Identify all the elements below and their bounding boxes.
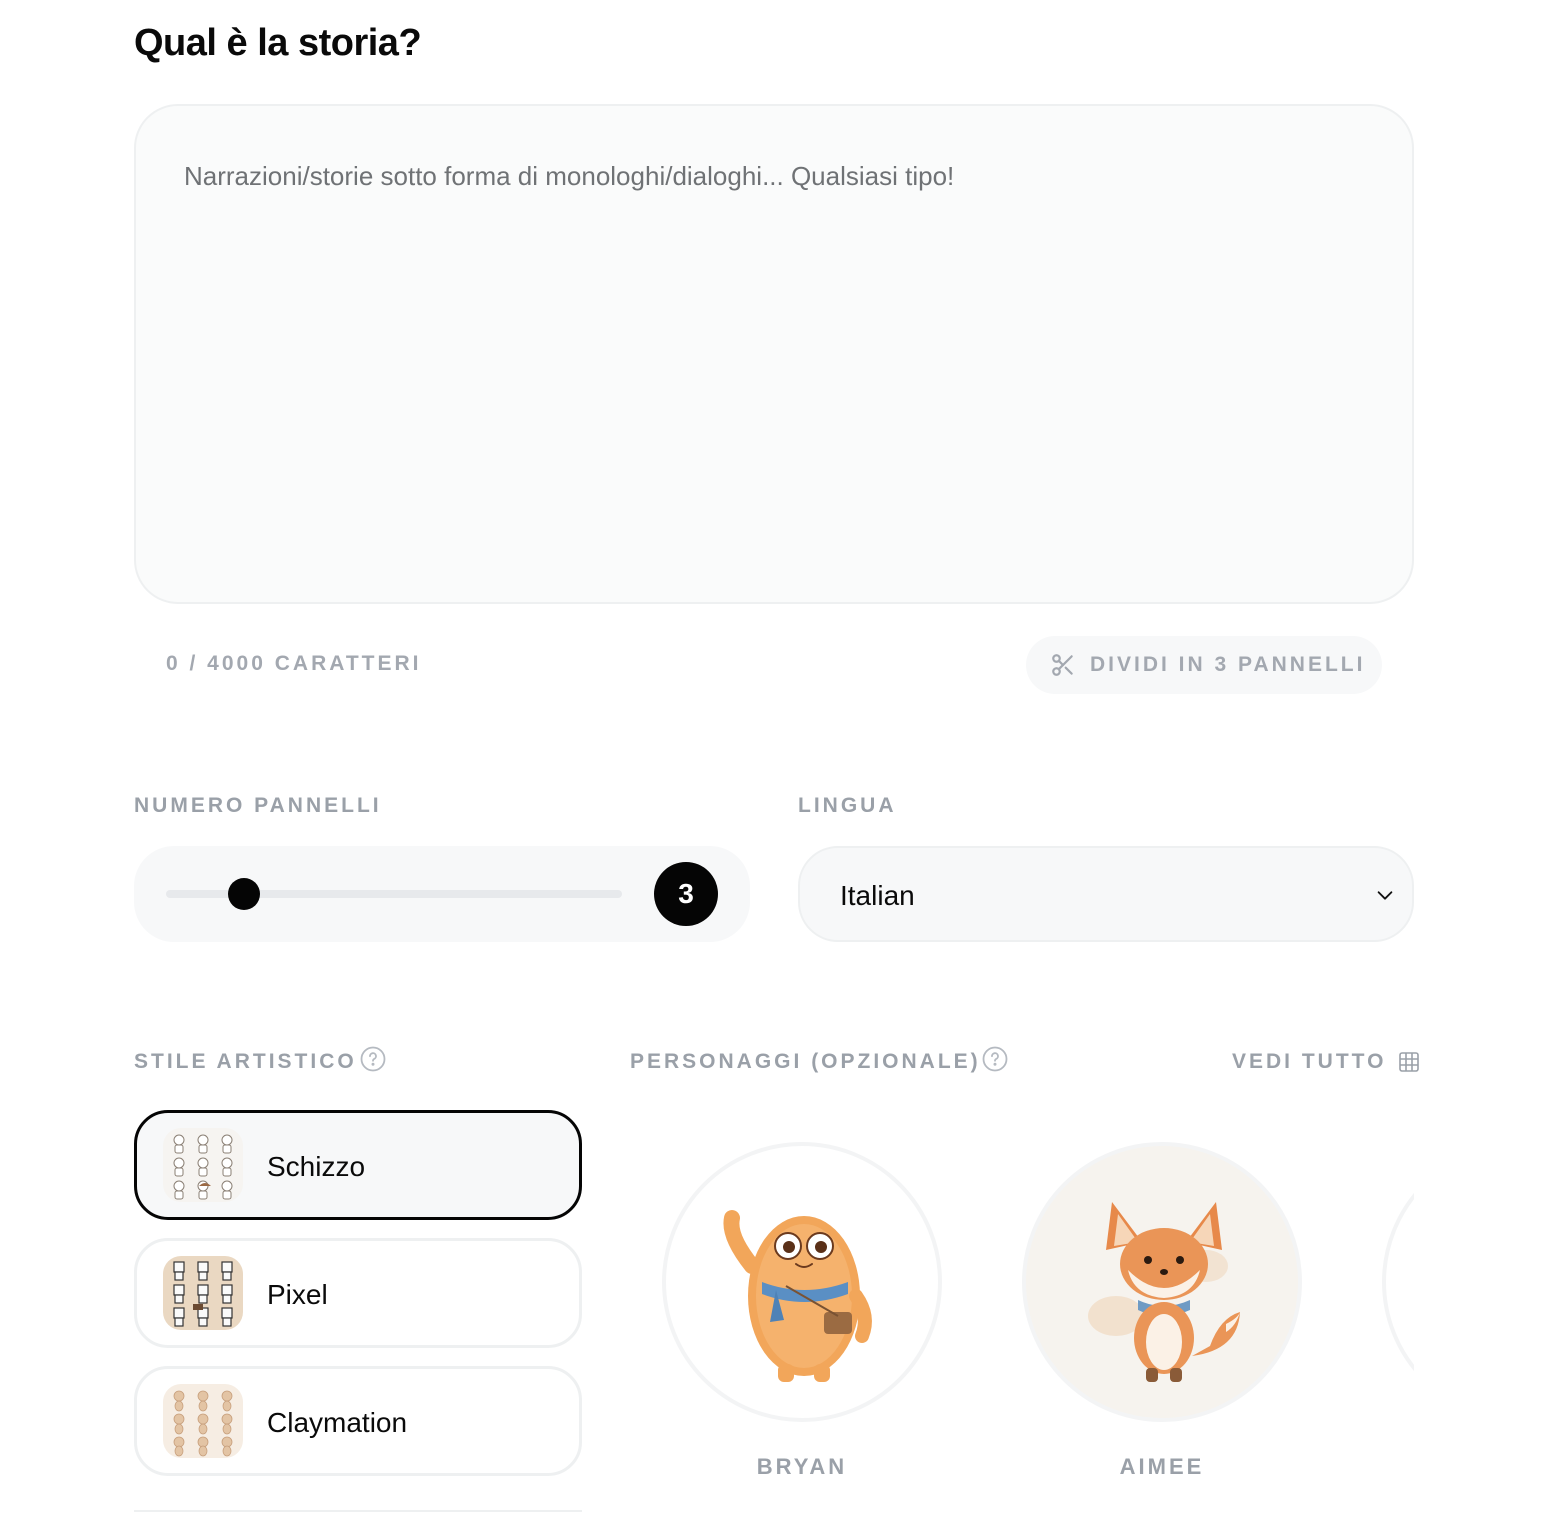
view-all-button[interactable]: VEDI TUTTO	[1232, 1050, 1420, 1074]
story-textarea[interactable]	[184, 158, 1364, 558]
character-card-aimee[interactable]	[1022, 1142, 1302, 1422]
chevron-down-icon	[1377, 891, 1393, 900]
page-title: Qual è la storia?	[134, 22, 422, 64]
style-name: Pixel	[267, 1279, 328, 1310]
character-name: BRYAN	[756, 1454, 848, 1479]
help-icon[interactable]	[982, 1046, 1008, 1072]
help-icon[interactable]	[360, 1046, 386, 1072]
divider	[134, 1510, 582, 1512]
character-card-partial[interactable]	[1382, 1142, 1414, 1422]
character-avatar	[723, 1210, 872, 1382]
language-selected-value: Italian	[840, 880, 915, 911]
art-style-label: STILE ARTISTICO	[134, 1050, 357, 1073]
split-panels-button[interactable]: DIVIDI IN 3 PANNELLI	[1026, 636, 1382, 694]
claymation-style-thumbnail	[163, 1384, 243, 1458]
character-avatar	[1088, 1202, 1240, 1382]
language-label: LINGUA	[798, 794, 897, 817]
characters-label: PERSONAGGI (OPZIONALE)	[630, 1050, 981, 1073]
language-select[interactable]: Italian	[798, 846, 1414, 942]
character-name: AIMEE	[1119, 1454, 1205, 1479]
story-input-container[interactable]	[134, 104, 1414, 604]
character-counter: 0 / 4000 CARATTERI	[166, 652, 422, 675]
view-all-label: VEDI TUTTO	[1232, 1050, 1387, 1073]
style-card-claymation[interactable]: Claymation	[134, 1366, 582, 1476]
panels-slider-container: 3	[134, 846, 750, 942]
panels-value-badge: 3	[654, 862, 718, 926]
panels-slider-thumb[interactable]	[227, 878, 260, 910]
panels-label: NUMERO PANNELLI	[134, 794, 382, 817]
pixel-style-thumbnail	[163, 1256, 243, 1330]
style-name: Claymation	[267, 1407, 408, 1438]
style-name: Schizzo	[267, 1151, 366, 1182]
style-card-schizzo[interactable]: Schizzo	[134, 1110, 582, 1220]
grid-icon	[1399, 1052, 1420, 1072]
style-card-pixel[interactable]: Pixel	[134, 1238, 582, 1348]
character-card-bryan[interactable]	[662, 1142, 942, 1422]
sketch-style-thumbnail	[163, 1128, 243, 1202]
scissors-icon	[1052, 654, 1073, 676]
character-circle-edge	[1382, 1142, 1414, 1422]
split-panels-label: DIVIDI IN 3 PANNELLI	[1090, 653, 1366, 676]
